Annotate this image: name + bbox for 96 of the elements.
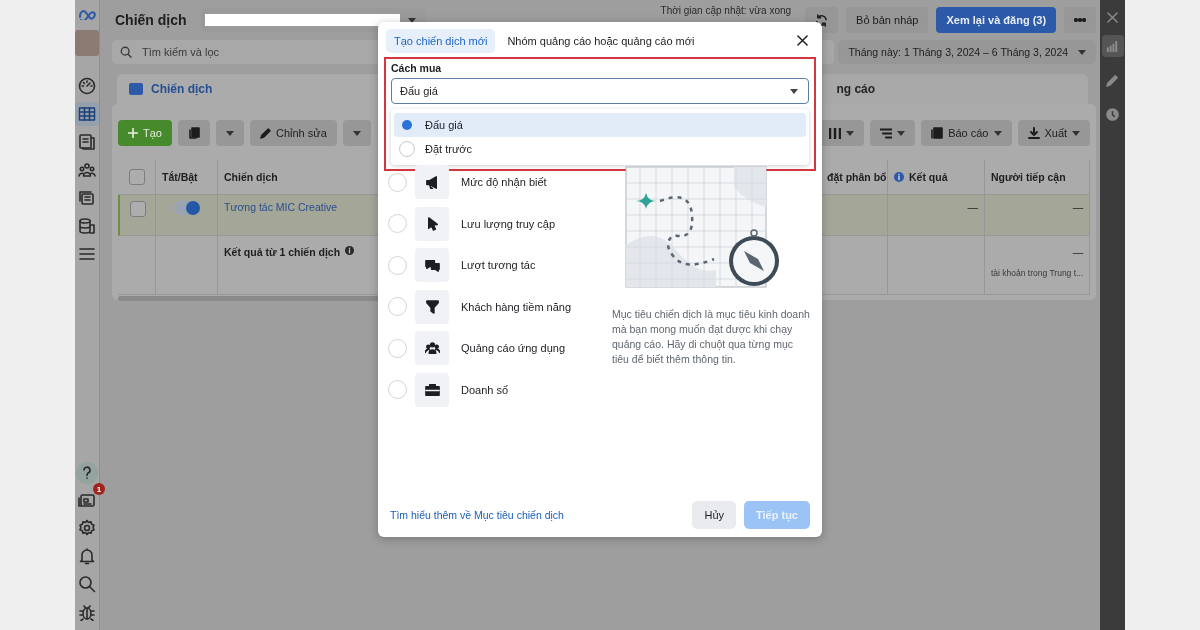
- nav-rail-item[interactable]: [75, 102, 99, 126]
- learn-more-link[interactable]: Tìm hiểu thêm về Mục tiêu chiến dịch: [390, 509, 564, 521]
- download-icon: [1027, 127, 1040, 139]
- stack-icon: [78, 189, 96, 207]
- account-dropdown[interactable]: [200, 8, 426, 32]
- table-cell: —: [985, 195, 1091, 236]
- table-icon: [78, 105, 96, 123]
- buying-type-select[interactable]: Đấu giá: [391, 78, 809, 104]
- radio-button[interactable]: [388, 255, 407, 275]
- help-button[interactable]: [76, 462, 98, 484]
- radio-button[interactable]: [399, 141, 415, 157]
- close-icon: [1107, 12, 1118, 23]
- meta-logo-icon: [78, 8, 96, 20]
- briefcase-icon: [424, 382, 440, 397]
- news-icon: [78, 491, 96, 509]
- caret-icon: [846, 130, 855, 136]
- breakdown-icon: [880, 127, 893, 139]
- radio-button[interactable]: [388, 380, 407, 399]
- objective-label[interactable]: Lưu lượng truy cập: [461, 217, 556, 230]
- report-icon: [931, 127, 944, 139]
- select-all-checkbox[interactable]: [128, 169, 145, 185]
- duplicate-button[interactable]: [177, 120, 210, 146]
- cancel-button[interactable]: Hủy: [692, 501, 736, 529]
- objective-description: Mục tiêu chiến dịch là mục tiêu kinh doanh mà bạn mong muốn đạt được khi chạy quảng cáo. Hãy di chuột qua từng mục tiêu để biết thêm thông tin.: [612, 307, 811, 367]
- caret-icon: [352, 130, 361, 136]
- chat-bubbles-icon: [424, 257, 440, 273]
- review-publish-button[interactable]: Xem lại và đăng (3): [936, 7, 1057, 33]
- columns-button[interactable]: [819, 120, 865, 146]
- toggle-switch[interactable]: [173, 201, 200, 215]
- settings-icon: [78, 519, 96, 537]
- folder-icon: [129, 83, 143, 95]
- dropdown-button[interactable]: [342, 120, 371, 146]
- table-cell: —: [888, 195, 985, 236]
- reach-note: tài khoản trong Trung t...: [991, 268, 1084, 278]
- radio-button[interactable]: [388, 297, 407, 316]
- more-icon: [1074, 18, 1087, 22]
- gauge-icon: [78, 77, 96, 95]
- bell-icon: [78, 547, 96, 565]
- plus-icon: [128, 128, 138, 138]
- dropdown-option[interactable]: Đấu giá: [394, 113, 806, 137]
- dropdown-option[interactable]: Đặt trước: [394, 137, 806, 161]
- radio-button[interactable]: [388, 338, 407, 358]
- export-button[interactable]: Xuất: [1017, 120, 1091, 146]
- objective-label[interactable]: Lượt tương tác: [461, 259, 536, 271]
- question-mark-icon: [82, 466, 92, 480]
- dialog-tab[interactable]: Nhóm quảng cáo hoặc quảng cáo mới: [499, 29, 703, 53]
- objective-label[interactable]: Khách hàng tiềm năng: [461, 300, 572, 313]
- clock-icon: [1106, 107, 1119, 121]
- create-button[interactable]: Tạo: [118, 120, 172, 146]
- people-icon: [78, 161, 96, 179]
- dropdown-button[interactable]: [215, 120, 244, 146]
- breakdown-button[interactable]: [870, 120, 916, 146]
- caret-icon: [897, 130, 906, 136]
- coins-icon: [78, 217, 96, 235]
- search-icon: [78, 575, 96, 593]
- reports-button[interactable]: Báo cáo: [921, 120, 1012, 146]
- bug-icon: [78, 603, 96, 621]
- search-icon: [120, 46, 132, 58]
- pages-icon: [78, 133, 96, 151]
- edit-button[interactable]: Chỉnh sửa: [249, 120, 337, 146]
- objective-label[interactable]: Quảng cáo ứng dụng: [461, 342, 565, 354]
- funnel-icon: [424, 299, 440, 314]
- objective-label[interactable]: Doanh số: [461, 383, 509, 396]
- table-cell: [821, 195, 888, 236]
- caret-icon: [790, 88, 798, 94]
- radio-button[interactable]: [388, 172, 407, 192]
- field-label: Cách mua: [391, 62, 443, 74]
- radio-button[interactable]: [388, 214, 407, 233]
- side-panel-button[interactable]: [1101, 35, 1124, 57]
- update-status: Thời gian cập nhật: vừa xong: [660, 5, 792, 16]
- megaphone-icon: [424, 174, 440, 190]
- people-icon: [424, 340, 440, 356]
- pencil-icon: [259, 127, 271, 139]
- reach-value: —: [1072, 246, 1084, 258]
- summary-label: Kết quả từ 1 chiến dịch: [224, 246, 341, 258]
- copy-icon: [187, 127, 200, 139]
- caret-icon: [1078, 49, 1087, 55]
- info-icon: [894, 172, 904, 182]
- refresh-icon: [815, 13, 829, 27]
- menu-icon: [78, 245, 96, 263]
- discard-draft-button[interactable]: Bỏ bản nháp: [846, 7, 929, 33]
- page-title: Chiến dịch: [115, 12, 187, 28]
- pencil-icon: [1106, 73, 1119, 87]
- columns-icon: [829, 127, 842, 139]
- more-button[interactable]: [1064, 7, 1097, 33]
- close-icon: [797, 35, 808, 46]
- caret-icon: [993, 130, 1002, 136]
- row-checkbox[interactable]: [129, 201, 146, 217]
- date-range-button[interactable]: Tháng này: 1 Tháng 3, 2024 – 6 Tháng 3, 2024: [838, 40, 1097, 64]
- info-icon: [345, 246, 355, 255]
- dialog-tab[interactable]: Tạo chiến dịch mới: [386, 29, 496, 53]
- caret-icon: [1072, 130, 1081, 136]
- notification-badge: 1: [93, 483, 105, 495]
- caret-icon: [225, 130, 234, 136]
- objective-label[interactable]: Mức độ nhận biết: [461, 176, 547, 188]
- bar-chart-icon: [1106, 39, 1119, 53]
